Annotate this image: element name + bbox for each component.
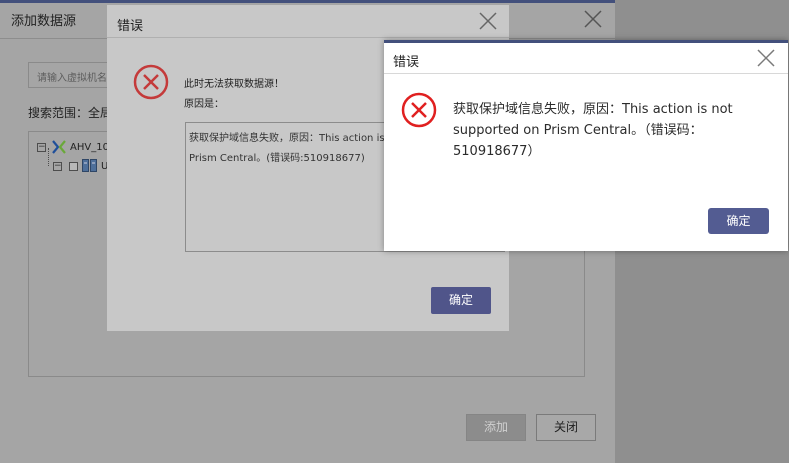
tree-checkbox[interactable] — [69, 162, 78, 171]
nutanix-x-icon — [52, 140, 66, 154]
dialog-title: 错误 — [393, 55, 420, 70]
tree-connector — [48, 148, 50, 166]
add-button[interactable]: 添加 — [466, 414, 526, 441]
tree-expander[interactable]: − — [37, 143, 46, 152]
dialog-title: 添加数据源 — [11, 14, 77, 29]
close-button[interactable]: 关闭 — [536, 414, 596, 441]
error-dialog: 错误 获取保护域信息失败，原因：This action is not suppo… — [384, 40, 788, 251]
title-divider — [107, 37, 509, 38]
error-headline: 此时无法获取数据源！ — [184, 79, 284, 90]
tree-expander[interactable]: − — [53, 162, 62, 171]
error-icon — [133, 64, 169, 100]
error-message: 获取保护域信息失败，原因：This action is not supporte… — [453, 102, 733, 159]
close-icon[interactable] — [755, 47, 777, 69]
close-icon[interactable] — [582, 8, 604, 30]
search-range-label: 搜索范围：全局 — [28, 106, 113, 120]
title-divider — [384, 73, 788, 74]
tree-node-label[interactable]: AHV_10 — [70, 142, 109, 153]
ok-button[interactable]: 确定 — [708, 208, 769, 234]
ok-button[interactable]: 确定 — [431, 287, 491, 314]
search-placeholder: 请输入虚拟机名 — [37, 73, 107, 84]
dialog-top-line — [0, 0, 615, 3]
close-icon[interactable] — [476, 9, 500, 33]
reason-label: 原因是： — [184, 99, 224, 110]
dialog-top-line — [384, 40, 788, 43]
dialog-title: 错误 — [117, 19, 144, 34]
cluster-icon — [82, 159, 97, 172]
error-icon — [401, 92, 437, 128]
